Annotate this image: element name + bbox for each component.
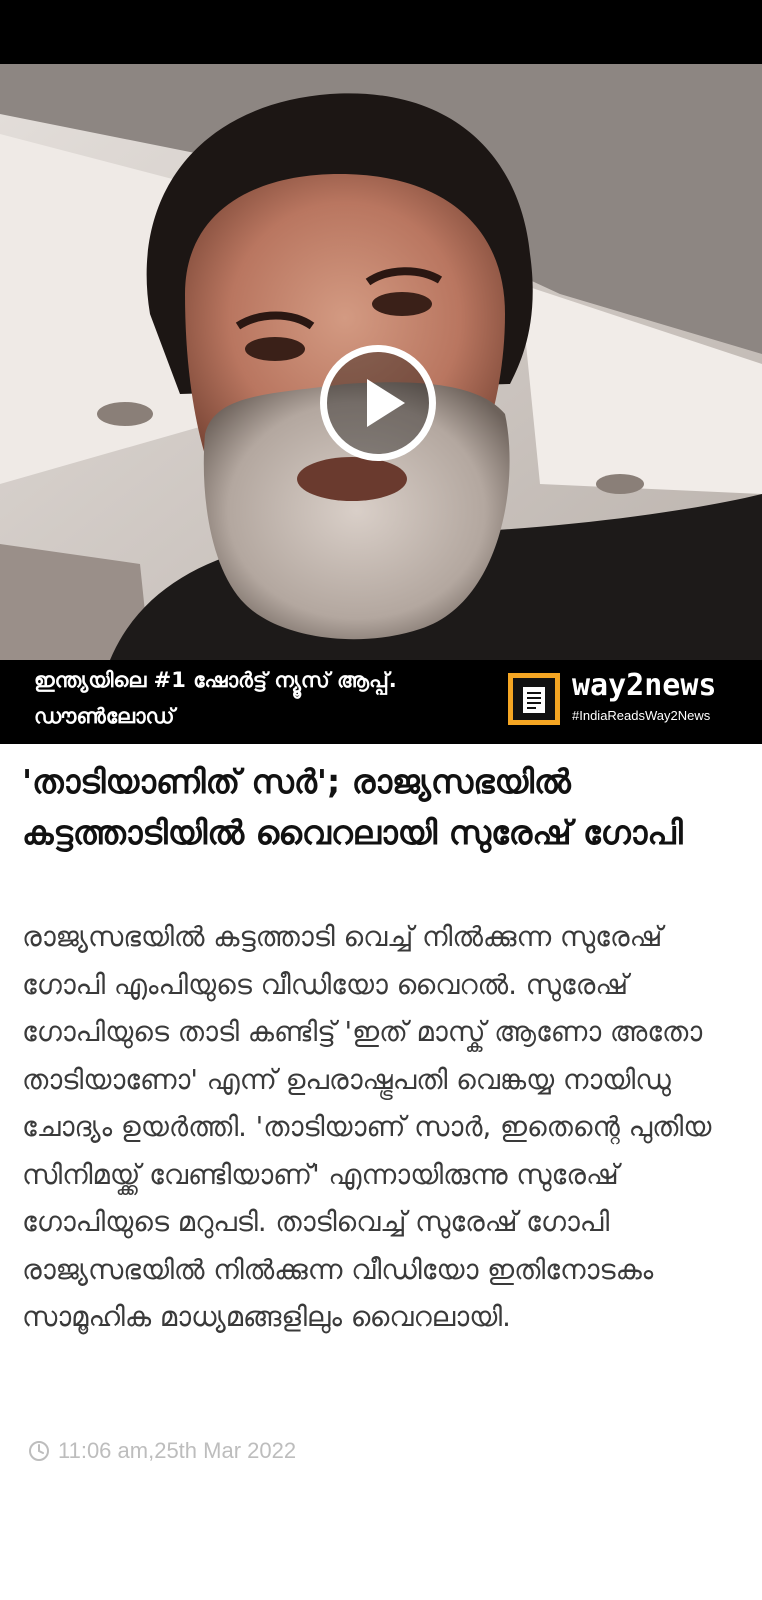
promo-download-link[interactable]: ഡൗൺലോഡ് [34,704,175,729]
article-body: രാജ്യസഭയിൽ കട്ടത്താടി വെച്ച് നിൽക്കുന്ന … [22,921,712,1333]
video-thumbnail[interactable] [0,64,762,660]
app-promo-banner[interactable]: ഇന്ത്യയിലെ #1 ഷോർട്ട് ന്യൂസ് ആപ്പ്. ഡൗൺല… [0,660,762,744]
article-headline: 'താടിയാണിത് സർ'; രാജ്യസഭയിൽ കട്ടത്താടിയി… [22,762,683,852]
play-button[interactable] [320,345,436,461]
timestamp-text: 11:06 am,25th Mar 2022 [58,1438,297,1463]
brand-block: way2news #IndiaReadsWay2News [508,668,748,734]
brand-tagline: #IndiaReadsWay2News [572,708,711,723]
brand-name: way2news [572,668,717,703]
play-icon [367,379,405,427]
newspaper-icon [508,673,560,725]
clock-icon [29,1441,49,1461]
news-card-page: ഇന്ത്യയിലെ #1 ഷോർട്ട് ന്യൂസ് ആപ്പ്. ഡൗൺല… [0,0,762,1600]
status-bar [0,0,762,64]
promo-text-line-1: ഇന്ത്യയിലെ #1 ഷോർട്ട് ന്യൂസ് ആപ്പ്. [34,668,397,692]
